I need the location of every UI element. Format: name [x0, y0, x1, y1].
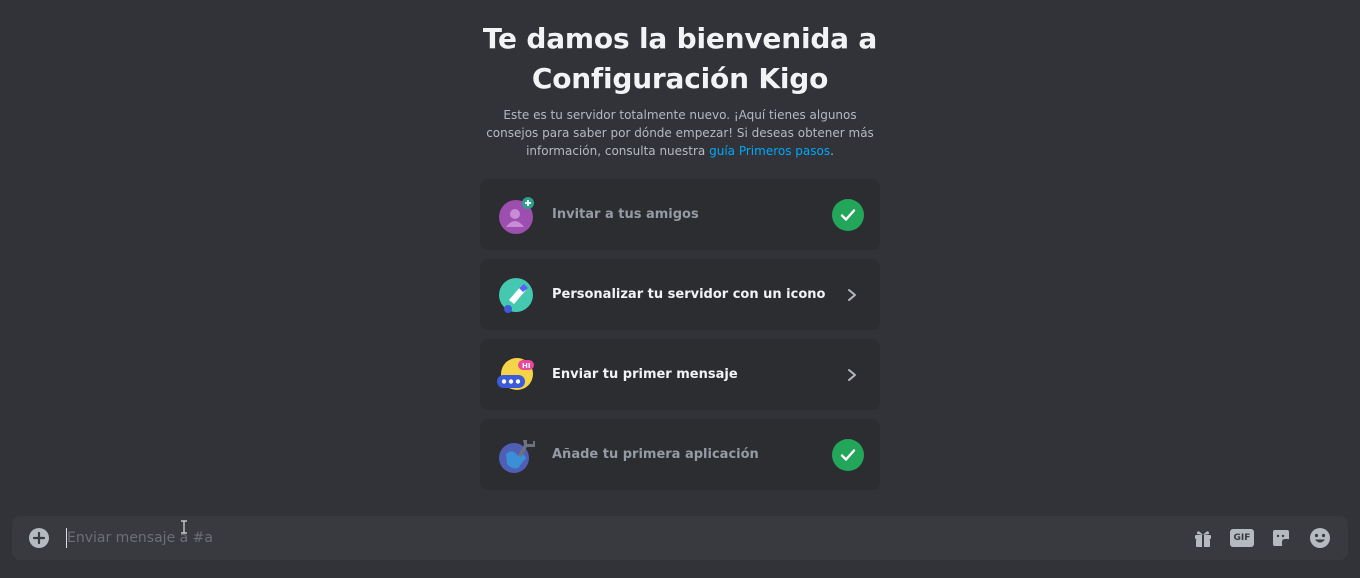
card-send-first-message[interactable]: HI Enviar tu primer mensaje: [480, 339, 880, 410]
card-label: Invitar a tus amigos: [552, 207, 699, 222]
send-message-icon: HI: [497, 356, 535, 394]
chevron-right-icon: [840, 363, 864, 387]
plus-circle-icon: [29, 528, 49, 548]
gift-button[interactable]: [1190, 525, 1216, 551]
message-composer: GIF: [12, 516, 1348, 560]
card-label: Enviar tu primer mensaje: [552, 367, 738, 382]
add-app-icon: [497, 436, 535, 474]
sticker-icon: [1273, 530, 1289, 546]
emoji-button[interactable]: [1307, 525, 1333, 551]
welcome-description-suffix: .: [830, 144, 834, 158]
checkmark-icon: [832, 198, 864, 231]
chevron-right-icon: [840, 283, 864, 307]
gift-icon: [1195, 531, 1211, 547]
card-invite-friends[interactable]: Invitar a tus amigos: [480, 179, 880, 250]
message-input[interactable]: [66, 528, 1190, 548]
sticker-button[interactable]: [1268, 525, 1294, 551]
checkmark-icon: [832, 438, 864, 471]
svg-text:HI: HI: [522, 362, 530, 370]
getting-started-guide-link[interactable]: guía Primeros pasos: [709, 144, 830, 158]
invite-friends-icon: [497, 196, 535, 234]
upload-plus-button[interactable]: [12, 516, 66, 560]
card-label: Personalizar tu servidor con un icono: [552, 287, 826, 302]
card-add-first-app[interactable]: Añade tu primera aplicación: [480, 419, 880, 490]
text-cursor-icon: [181, 520, 187, 534]
gif-icon: GIF: [1230, 529, 1254, 547]
customize-brush-icon: [497, 276, 535, 314]
welcome-title: Te damos la bienvenida a Configuración K…: [482, 22, 878, 95]
welcome-section: Te damos la bienvenida a Configuración K…: [0, 0, 1360, 490]
welcome-description: Este es tu servidor totalmente nuevo. ¡A…: [480, 106, 880, 160]
emoji-smile-icon: [1310, 528, 1330, 548]
composer-tools: GIF: [1190, 525, 1348, 551]
gif-button[interactable]: GIF: [1229, 525, 1255, 551]
onboarding-checklist: Invitar a tus amigos Personalizar tu ser…: [480, 179, 880, 490]
card-label: Añade tu primera aplicación: [552, 447, 759, 462]
card-customize-server-icon[interactable]: Personalizar tu servidor con un icono: [480, 259, 880, 330]
